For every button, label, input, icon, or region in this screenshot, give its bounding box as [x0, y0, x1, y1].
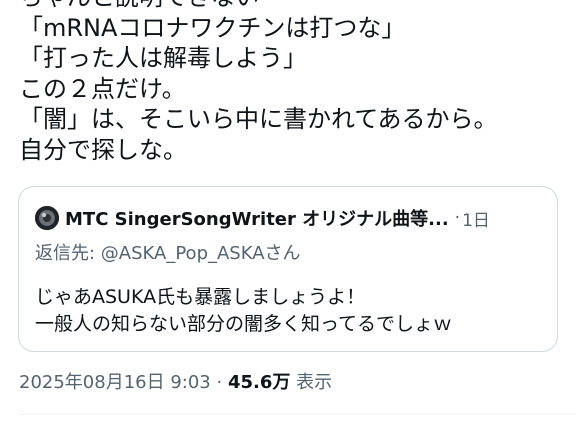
tweet: ちゃんと説明できない 「mRNAコロナワクチンは打つな」 「打った人は解毒しよう…	[0, 0, 576, 430]
author-name[interactable]: MTC SingerSongWriter オリジナル曲等...	[65, 205, 449, 231]
tweet-text: ちゃんと説明できない 「mRNAコロナワクチンは打つな」 「打った人は解毒しよう…	[19, 0, 498, 164]
timestamp-link[interactable]: 2025年08月16日 9:03	[19, 372, 211, 393]
views-count: 45.6万	[227, 372, 291, 393]
reply-prefix: 返信先:	[35, 243, 101, 264]
separator-dot: ·	[454, 208, 461, 228]
quoted-tweet-card[interactable]: MTC SingerSongWriter オリジナル曲等... · 1日 返信先…	[18, 186, 558, 352]
post-age[interactable]: 1日	[462, 206, 490, 231]
avatar-image-icon	[35, 206, 59, 230]
tweet-meta: 2025年08月16日 9:03 · 45.6万 表示	[19, 368, 332, 394]
reply-suffix: さん	[264, 243, 301, 264]
reply-to-line: 返信先: @ASKA_Pop_ASKAさん	[35, 239, 301, 265]
divider	[19, 414, 576, 415]
reply-handle-link[interactable]: @ASKA_Pop_ASKA	[101, 243, 265, 264]
quoted-tweet-text: じゃあASUKA氏も暴露しましょうよ！ 一般人の知らない部分の闇多く知ってるでし…	[35, 286, 453, 335]
quoted-tweet-header: MTC SingerSongWriter オリジナル曲等... · 1日	[35, 205, 490, 231]
meta-separator: ·	[210, 372, 228, 393]
avatar[interactable]	[35, 206, 59, 230]
views-label: 表示	[290, 372, 333, 393]
